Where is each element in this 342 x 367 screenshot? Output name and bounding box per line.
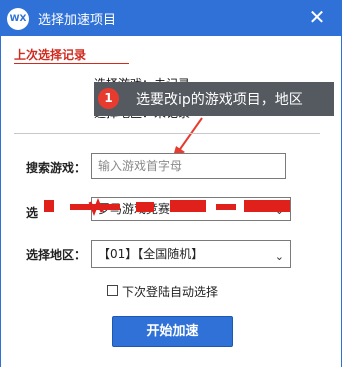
start-acceleration-button[interactable]: 开始加速 <box>112 316 233 347</box>
search-input[interactable] <box>91 153 286 179</box>
region-label: 选择地区： <box>26 248 87 262</box>
region-select[interactable]: 【01】【全国随机】 ⌄ <box>91 240 291 268</box>
region-select-value: 【01】【全国随机】 <box>98 247 204 261</box>
search-label: 搜索游戏： <box>26 161 87 175</box>
pointer-arrow-icon <box>172 117 203 160</box>
section-divider <box>14 133 320 134</box>
auto-select-checkbox[interactable] <box>107 285 118 296</box>
auto-select-label[interactable]: 下次登陆自动选择 <box>122 283 218 300</box>
red-scribble-redaction <box>44 197 290 216</box>
chevron-down-icon: ⌄ <box>274 250 284 263</box>
game-select-label: 选 <box>26 206 39 220</box>
